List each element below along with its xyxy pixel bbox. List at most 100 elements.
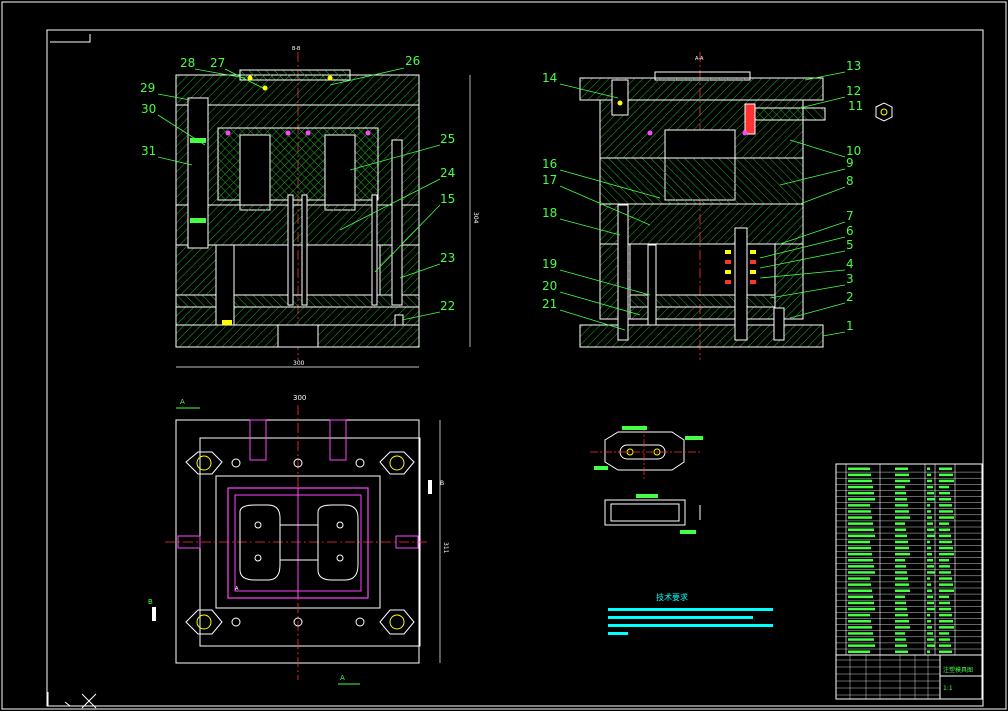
bom-cell-mark: [927, 632, 933, 635]
side-label-17: 17: [542, 173, 557, 187]
side-label-5: 5: [846, 238, 854, 252]
bom-cell-mark: [927, 516, 932, 519]
bom-cell-mark: [939, 650, 952, 653]
plan-section-right: B: [440, 480, 444, 487]
bom-cell-mark: [927, 607, 935, 611]
bom-cell-mark: [895, 607, 907, 611]
bom-cell-mark: [848, 559, 873, 562]
bom-cell-mark: [848, 528, 874, 531]
bom-rows: [836, 467, 982, 656]
bom-cell-mark: [939, 498, 951, 501]
bom-cell-mark: [939, 540, 952, 544]
bom-cell-mark: [939, 522, 949, 525]
bom-cell-mark: [939, 632, 949, 635]
part-detail-drawing[interactable]: [590, 425, 703, 534]
bom-cell-mark: [895, 571, 907, 574]
bom-cell-mark: [927, 620, 931, 623]
bom-cell-mark: [895, 565, 906, 568]
side-section-mark: A-A: [695, 56, 704, 62]
signature-grid: [836, 655, 940, 699]
front-label-31: 31: [141, 144, 156, 158]
front-label-29: 29: [140, 81, 155, 95]
bom-cell-mark: [895, 522, 905, 525]
bom-cell-mark: [927, 638, 934, 641]
bom-cell-mark: [895, 504, 908, 507]
bom-cell-mark: [848, 546, 871, 550]
bom-cell-mark: [939, 577, 952, 580]
bom-cell-mark: [895, 528, 906, 531]
title-block[interactable]: 注塑模具图 1:1: [835, 463, 983, 700]
side-label-13: 13: [846, 59, 861, 73]
bom-cell-mark: [895, 540, 908, 544]
bom-cell-mark: [939, 552, 954, 556]
front-height-dim: 304: [472, 212, 479, 224]
bom-cell-mark: [927, 571, 935, 574]
front-label-23: 23: [440, 251, 455, 265]
bom-cell-mark: [927, 577, 930, 580]
side-section-view[interactable]: A-A: [579, 52, 893, 360]
bom-cell-mark: [927, 534, 935, 538]
bom-cell-mark: [895, 644, 907, 647]
front-label-30: 30: [141, 102, 156, 116]
bom-cell-mark: [939, 534, 951, 538]
bom-cell-mark: [895, 516, 910, 519]
plan-view[interactable]: 300 A A B B A 311: [148, 394, 449, 685]
bom-cell-mark: [848, 650, 870, 653]
bom-cell-mark: [848, 595, 873, 599]
bom-cell-mark: [848, 613, 870, 617]
bom-cell-mark: [848, 589, 872, 592]
bom-cell-mark: [939, 613, 952, 617]
bom-cell-mark: [895, 479, 910, 483]
bom-cell-mark: [848, 607, 875, 611]
bom-cell-mark: [848, 516, 872, 519]
side-label-9: 9: [846, 156, 854, 170]
side-label-12: 12: [846, 84, 861, 98]
bom-cell-mark: [848, 583, 871, 586]
bom-cell-mark: [848, 601, 874, 605]
plan-top-dim: 300: [293, 394, 306, 402]
side-label-14: 14: [542, 71, 557, 85]
bom-cell-mark: [895, 583, 909, 586]
bom-cell-mark: [848, 644, 875, 647]
front-label-22: 22: [440, 299, 455, 313]
front-label-27: 27: [210, 56, 225, 70]
bom-cell-mark: [927, 528, 934, 531]
bom-cell-mark: [895, 589, 910, 592]
side-label-16: 16: [542, 157, 557, 171]
bom-cell-mark: [939, 583, 953, 586]
bom-cell-mark: [927, 540, 930, 544]
cad-drawing-canvas[interactable]: B-B 300 304 29 30 31 28 27 26 25 24 15 2…: [0, 0, 1008, 711]
bom-cell-mark: [927, 491, 934, 495]
bom-cell-mark: [927, 498, 935, 501]
bom-cell-mark: [895, 498, 907, 501]
plan-section-left: A: [180, 398, 185, 406]
bom-cell-mark: [895, 613, 908, 617]
bom-cell-mark: [927, 473, 931, 477]
title-drawing-name: 注塑模具图: [943, 666, 973, 674]
front-label-28: 28: [180, 56, 195, 70]
bom-cell-mark: [939, 559, 949, 562]
bom-cell-mark: [895, 534, 907, 538]
bom-cell-mark: [848, 571, 875, 574]
front-section-mark: B-B: [292, 46, 301, 52]
bom-cell-mark: [927, 595, 933, 599]
bom-cell-mark: [939, 644, 951, 647]
bom-cell-mark: [848, 522, 873, 525]
bom-cell-mark: [927, 583, 931, 586]
technical-notes: 技术要求: [608, 592, 773, 635]
bom-cell-mark: [895, 650, 908, 653]
front-label-25: 25: [440, 132, 455, 146]
bom-cell-mark: [848, 467, 870, 470]
bom-cell-mark: [895, 577, 908, 580]
bom-cell-mark: [848, 626, 872, 629]
bom-cell-mark: [848, 620, 871, 623]
side-label-20: 20: [542, 279, 557, 293]
bom-cell-mark: [939, 485, 949, 489]
bom-cell-mark: [927, 650, 930, 653]
front-label-15: 15: [440, 192, 455, 206]
bom-cell-mark: [895, 632, 905, 635]
bom-cell-mark: [939, 510, 953, 513]
front-section-view[interactable]: B-B 300 304: [175, 46, 479, 368]
bom-cell-mark: [848, 504, 870, 507]
bom-cell-mark: [927, 559, 933, 562]
